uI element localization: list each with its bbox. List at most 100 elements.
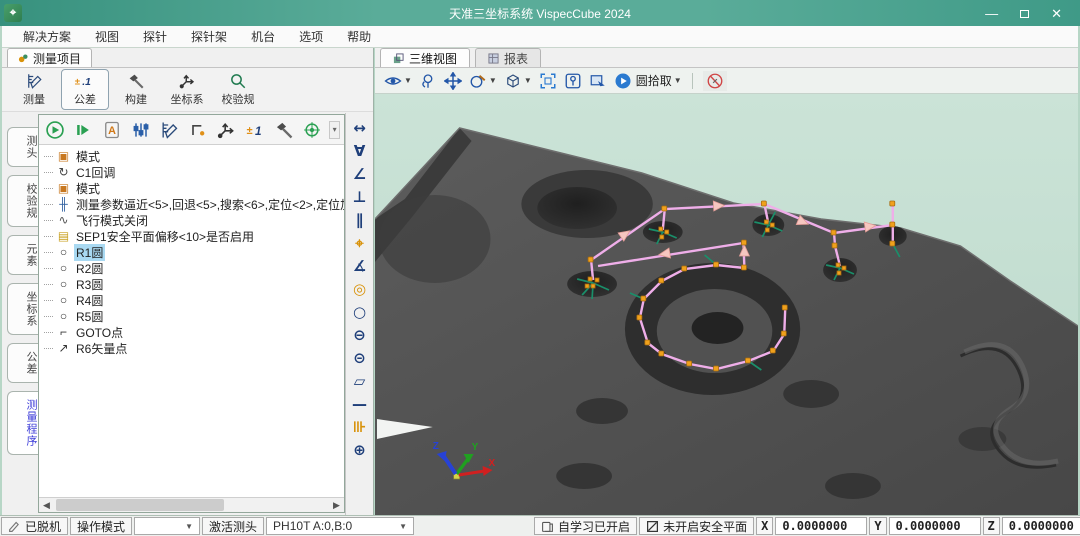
view-visibility-button[interactable]: ▼ xyxy=(384,72,412,90)
scroll-left-icon[interactable]: ◀ xyxy=(39,498,54,512)
cube-view-button[interactable]: ▼ xyxy=(504,72,532,90)
tree-horizontal-scrollbar[interactable]: ◀ ▶ xyxy=(39,497,344,512)
tree-toolbar-step-button[interactable] xyxy=(72,118,96,142)
zoom-fit-button[interactable] xyxy=(539,72,557,90)
operation-mode-select[interactable]: ▼ xyxy=(134,517,200,535)
menu-item-5[interactable]: 机台 xyxy=(240,26,286,47)
coord-y-value: 0.0000000 xyxy=(889,517,981,535)
tree-guide-line xyxy=(44,348,53,349)
flatness-icon[interactable]: ▱ xyxy=(348,369,372,392)
pan-button[interactable] xyxy=(444,72,462,90)
chevron-down-icon[interactable]: ▼ xyxy=(674,76,682,85)
tree-item[interactable]: ○R5圆 xyxy=(39,308,344,324)
tree-item[interactable]: ↗R6矢量点 xyxy=(39,340,344,356)
angle-vee-icon[interactable]: ∀ xyxy=(348,139,372,162)
active-probe-select[interactable]: PH10T A:0,B:0 ▼ xyxy=(266,517,414,535)
circular-runout-icon[interactable]: ⊖ xyxy=(348,323,372,346)
menu-item-3[interactable]: 探针 xyxy=(132,26,178,47)
overlay-panel-button[interactable] xyxy=(589,72,607,90)
concentricity-icon[interactable]: ◎ xyxy=(348,277,372,300)
true-position-icon[interactable]: ⊕ xyxy=(348,438,372,461)
triad-z-label: Z xyxy=(433,441,439,452)
panel-arrow-icon xyxy=(589,72,607,90)
roundness-icon[interactable]: ○ xyxy=(348,300,372,323)
menu-item-6[interactable]: 选项 xyxy=(288,26,334,47)
tree-item[interactable]: ▣模式 xyxy=(39,180,344,196)
side-tab-元素[interactable]: 元素 xyxy=(7,235,38,275)
tree-item[interactable]: ⌐GOTO点 xyxy=(39,324,344,340)
straightness-icon[interactable]: — xyxy=(348,392,372,415)
svg-text:A: A xyxy=(108,125,116,137)
ribbon-button-build[interactable]: 构建 xyxy=(112,69,160,110)
marker-button[interactable] xyxy=(564,72,582,90)
tree-toolbar-measure-button[interactable] xyxy=(157,118,181,142)
side-tab-测头[interactable]: 测头 xyxy=(7,127,38,167)
distance-icon[interactable]: ↔ xyxy=(348,116,372,139)
maximize-button[interactable] xyxy=(1020,7,1029,20)
tree-item[interactable]: ↻C1回调 xyxy=(39,164,344,180)
tree-item[interactable]: ○R4圆 xyxy=(39,292,344,308)
panel-tab-strip: 测量项目 xyxy=(2,48,373,68)
location-marker-icon xyxy=(564,72,582,90)
close-button[interactable]: ✕ xyxy=(1051,7,1062,20)
selflearn-status-label: 自学习已开启 xyxy=(558,518,630,535)
3d-viewport[interactable]: Z Y X xyxy=(375,94,1078,515)
tree-item[interactable]: ∿飞行模式关闭 xyxy=(39,212,344,228)
tree-toolbar-tolerance-button[interactable]: ±1 xyxy=(243,118,267,142)
tree-item[interactable]: ▤SEP1安全平面偏移<10>是否启用 xyxy=(39,228,344,244)
chevron-down-icon: ▼ xyxy=(185,522,193,531)
ribbon-button-verify[interactable]: 校验规 xyxy=(214,69,262,110)
ribbon-button-tolerance[interactable]: ±.1公差 xyxy=(61,69,109,110)
scroll-right-icon[interactable]: ▶ xyxy=(329,498,344,512)
cube-icon xyxy=(504,72,522,90)
menu-item-2[interactable]: 视图 xyxy=(84,26,130,47)
side-tab-测量程序[interactable]: 测量程序 xyxy=(7,391,38,455)
tree-toolbar-build-button[interactable] xyxy=(272,118,296,142)
ribbon-button-coordsys[interactable]: 坐标系 xyxy=(163,69,211,110)
coord-z-value: 0.0000000 xyxy=(1002,517,1080,535)
parallelism-icon[interactable]: ∥ xyxy=(348,208,372,231)
minimize-button[interactable]: — xyxy=(985,7,998,20)
menu-item-7[interactable]: 帮助 xyxy=(336,26,382,47)
angularity-icon[interactable]: ∡ xyxy=(348,254,372,277)
tree-toolbar-autodoc-button[interactable]: A xyxy=(100,118,124,142)
safety-plane-status-label: 未开启安全平面 xyxy=(663,518,747,535)
tree-toolbar-goto-button[interactable] xyxy=(186,118,210,142)
angle-icon[interactable]: ∠ xyxy=(348,162,372,185)
ribbon-button-measure[interactable]: 测量 xyxy=(10,69,58,110)
view-tab-报表[interactable]: 报表 xyxy=(475,48,541,67)
view-tab-三维视图[interactable]: 三维视图 xyxy=(380,48,470,67)
tree-toolbar-probe-button[interactable] xyxy=(300,118,324,142)
perpendicularity-icon[interactable]: ⊥ xyxy=(348,185,372,208)
tree-item[interactable]: ○R1圆 xyxy=(39,244,344,260)
sketch-rotate-button[interactable]: ▼ xyxy=(469,72,497,90)
menu-item-1[interactable]: 解决方案 xyxy=(12,26,82,47)
toolbar-overflow-button[interactable]: ▾ xyxy=(329,121,340,139)
tree-item[interactable]: ○R3圆 xyxy=(39,276,344,292)
toolbar-separator xyxy=(692,73,693,89)
symmetry-icon[interactable]: ⊪ xyxy=(348,415,372,438)
orbit-button[interactable] xyxy=(419,72,437,90)
pocket-shadow xyxy=(379,195,491,283)
pick-mode-button[interactable]: 圆拾取 ▼ xyxy=(614,72,682,90)
tree-item-label: R3圆 xyxy=(74,276,105,293)
probe-disabled-button[interactable] xyxy=(703,71,727,91)
tree-toolbar-params-button[interactable] xyxy=(129,118,153,142)
probe-target-icon xyxy=(302,120,322,140)
scrollbar-thumb[interactable] xyxy=(56,499,224,511)
tree-item[interactable]: ╫测量参数逼近<5>,回退<5>,搜索<6>,定位<2>,定位加<2>,测量 xyxy=(39,196,344,212)
svg-text:±: ± xyxy=(247,125,253,137)
position-icon[interactable]: ⌖ xyxy=(348,231,372,254)
tree-toolbar-run-button[interactable] xyxy=(43,118,67,142)
hole xyxy=(825,473,881,499)
side-tab-坐标系[interactable]: 坐标系 xyxy=(7,283,38,335)
menu-item-4[interactable]: 探针架 xyxy=(180,26,238,47)
side-tab-公差[interactable]: 公差 xyxy=(7,343,38,383)
tree-item[interactable]: ▣模式 xyxy=(39,148,344,164)
total-runout-icon[interactable]: ⊝ xyxy=(348,346,372,369)
side-tab-校验规[interactable]: 校验规 xyxy=(7,175,38,227)
tree-item[interactable]: ○R2圆 xyxy=(39,260,344,276)
tab-measurement-project[interactable]: 测量项目 xyxy=(7,48,92,67)
ribbon-button-label: 校验规 xyxy=(222,91,255,107)
tree-toolbar-coordsys-button[interactable] xyxy=(215,118,239,142)
